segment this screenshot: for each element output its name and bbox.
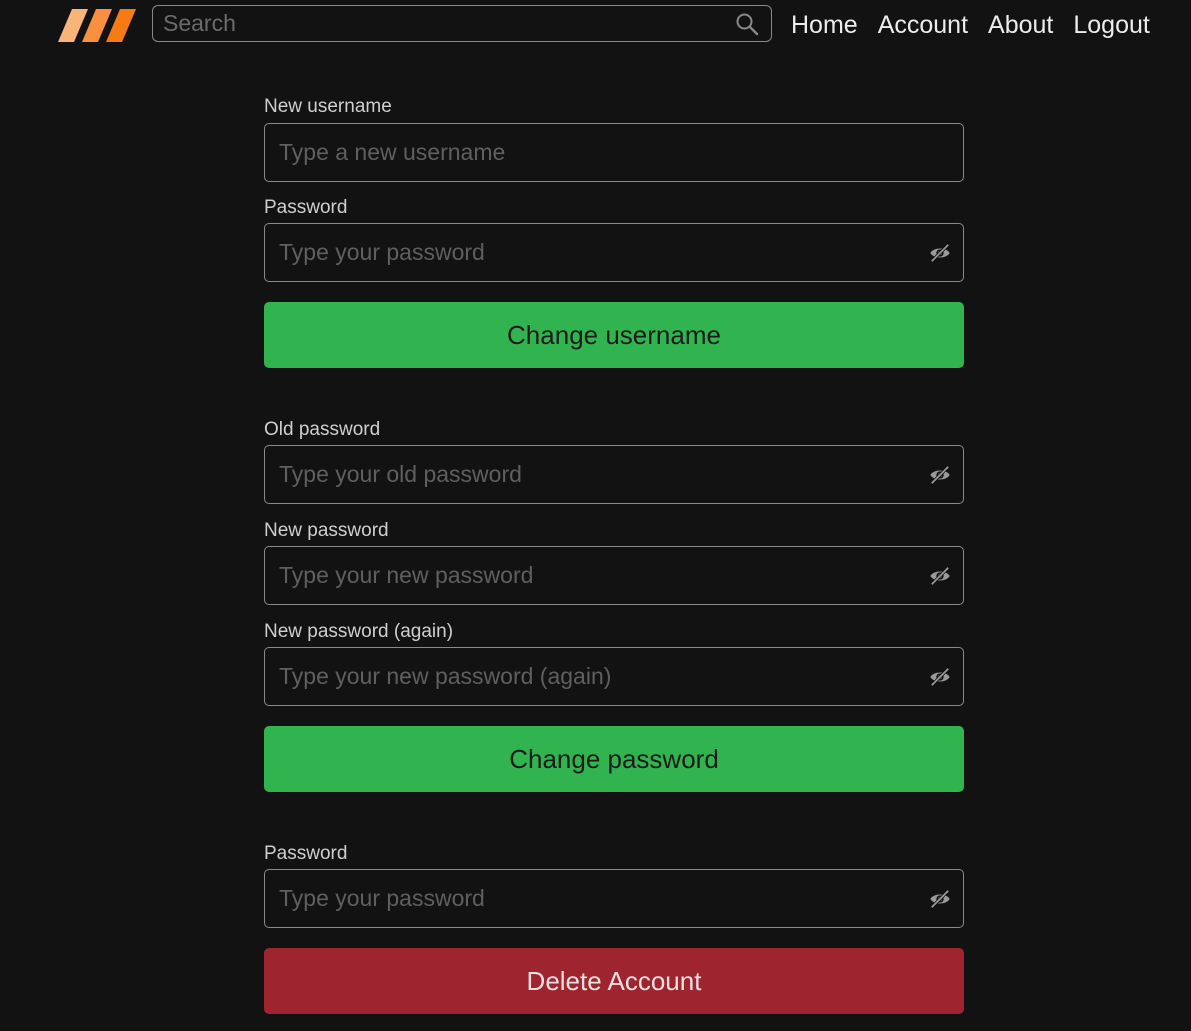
new-username-field: [264, 123, 964, 182]
triple-slash-logo-icon[interactable]: [58, 9, 138, 42]
nav-home-link[interactable]: Home: [791, 8, 858, 42]
delete-account-button[interactable]: Delete Account: [264, 948, 964, 1014]
new-password-again-field: [264, 647, 964, 706]
eye-off-icon[interactable]: [929, 464, 951, 486]
username-password-label: Password: [264, 197, 348, 218]
new-username-label: New username: [264, 96, 392, 117]
username-password-field: [264, 223, 964, 282]
new-password-again-input[interactable]: [265, 648, 915, 705]
new-password-label: New password: [264, 520, 389, 541]
old-password-label: Old password: [264, 419, 381, 440]
new-password-input[interactable]: [265, 547, 915, 604]
search-icon[interactable]: [735, 12, 759, 36]
nav-logout-link[interactable]: Logout: [1073, 8, 1149, 42]
old-password-field: [264, 445, 964, 504]
top-navbar: Home Account About Logout: [0, 0, 1191, 52]
main-nav: Home Account About Logout: [791, 8, 1150, 42]
new-password-again-label: New password (again): [264, 621, 454, 642]
nav-about-link[interactable]: About: [988, 8, 1053, 42]
old-password-input[interactable]: [265, 446, 915, 503]
eye-off-icon[interactable]: [929, 242, 951, 264]
eye-off-icon[interactable]: [929, 888, 951, 910]
delete-password-label: Password: [264, 843, 348, 864]
delete-password-input[interactable]: [265, 870, 915, 927]
nav-account-link[interactable]: Account: [878, 8, 968, 42]
change-username-button[interactable]: Change username: [264, 302, 964, 368]
change-password-button[interactable]: Change password: [264, 726, 964, 792]
new-password-field: [264, 546, 964, 605]
eye-off-icon[interactable]: [929, 565, 951, 587]
new-username-input[interactable]: [265, 124, 915, 181]
eye-off-icon[interactable]: [929, 666, 951, 688]
search-input[interactable]: [153, 6, 723, 41]
search-box: [152, 5, 772, 42]
username-password-input[interactable]: [265, 224, 915, 281]
delete-password-field: [264, 869, 964, 928]
